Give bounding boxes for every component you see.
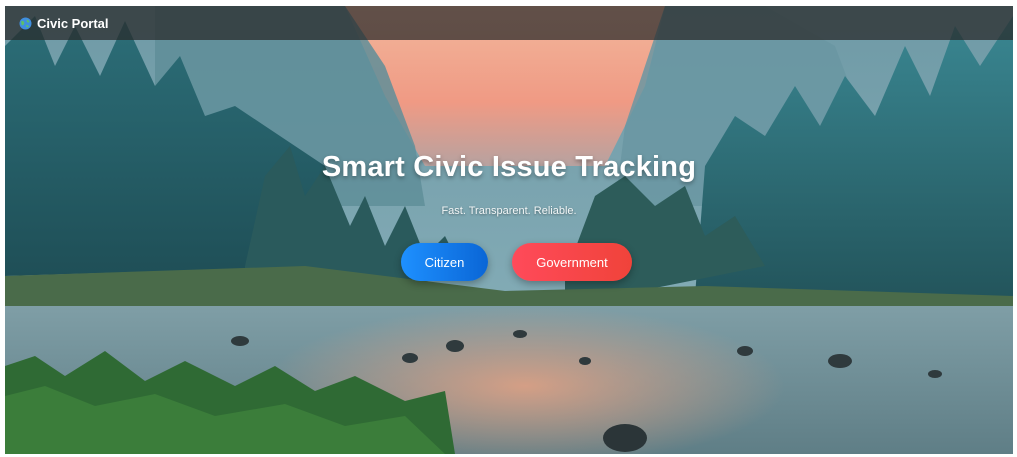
government-button[interactable]: Government [512, 243, 632, 281]
brand-link[interactable]: Civic Portal [19, 16, 109, 31]
hero-tagline: Fast. Transparent. Reliable. [441, 205, 577, 217]
brand-label: Civic Portal [37, 15, 109, 31]
background-landscape-image [5, 6, 1013, 454]
globe-icon [19, 17, 32, 30]
citizen-button[interactable]: Citizen [401, 243, 488, 281]
page-frame: Civic Portal Smart Civic Issue Tracking … [5, 6, 1013, 454]
hero-title: Smart Civic Issue Tracking [321, 151, 697, 183]
top-navbar: Civic Portal [5, 6, 1013, 40]
